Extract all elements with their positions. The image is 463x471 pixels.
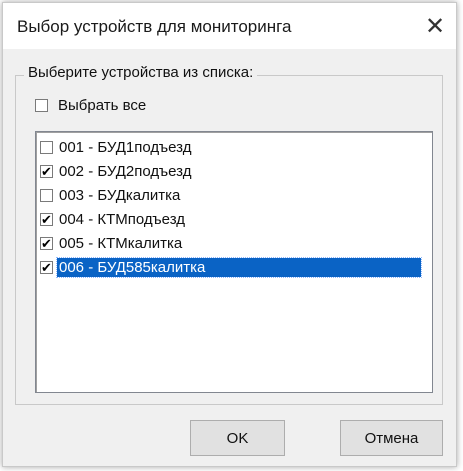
list-item[interactable]: 003 - БУДкалитка [40, 184, 430, 206]
device-checkbox[interactable]: ✔ [40, 164, 53, 178]
cancel-button[interactable]: Отмена [340, 420, 443, 456]
device-label: 005 - КТМкалитка [59, 234, 183, 252]
device-checkbox[interactable] [40, 188, 53, 202]
device-checkbox[interactable]: ✔ [40, 212, 53, 226]
title-bar: Выбор устройств для мониторинга ✕ [3, 3, 456, 49]
device-label: 004 - КТМподъезд [59, 210, 185, 228]
select-all-checkbox[interactable]: Выбрать все [35, 97, 146, 114]
device-checkbox[interactable]: ✔ [40, 260, 53, 274]
device-checkbox[interactable] [40, 140, 53, 154]
device-checkbox[interactable]: ✔ [40, 236, 53, 250]
close-icon[interactable]: ✕ [420, 11, 450, 41]
select-all-box[interactable] [35, 99, 48, 112]
list-item[interactable]: ✔ 002 - БУД2подъезд [40, 160, 430, 182]
device-label: 002 - БУД2подъезд [59, 162, 192, 180]
device-label: 001 - БУД1подъезд [59, 138, 192, 156]
list-item[interactable]: 001 - БУД1подъезд [40, 136, 430, 158]
list-item[interactable]: ✔ 006 - БУД585калитка [40, 256, 430, 278]
device-label: 003 - БУДкалитка [59, 186, 181, 204]
list-item[interactable]: ✔ 005 - КТМкалитка [40, 232, 430, 254]
device-label: 006 - БУД585калитка [56, 256, 422, 278]
groupbox-legend: Выберите устройства из списка: [24, 64, 258, 81]
list-item[interactable]: ✔ 004 - КТМподъезд [40, 208, 430, 230]
dialog-title: Выбор устройств для мониторинга [17, 17, 292, 36]
select-all-label: Выбрать все [58, 97, 147, 114]
device-listbox[interactable]: 001 - БУД1подъезд ✔ 002 - БУД2подъезд 00… [35, 131, 433, 393]
ok-button[interactable]: OK [190, 420, 285, 456]
